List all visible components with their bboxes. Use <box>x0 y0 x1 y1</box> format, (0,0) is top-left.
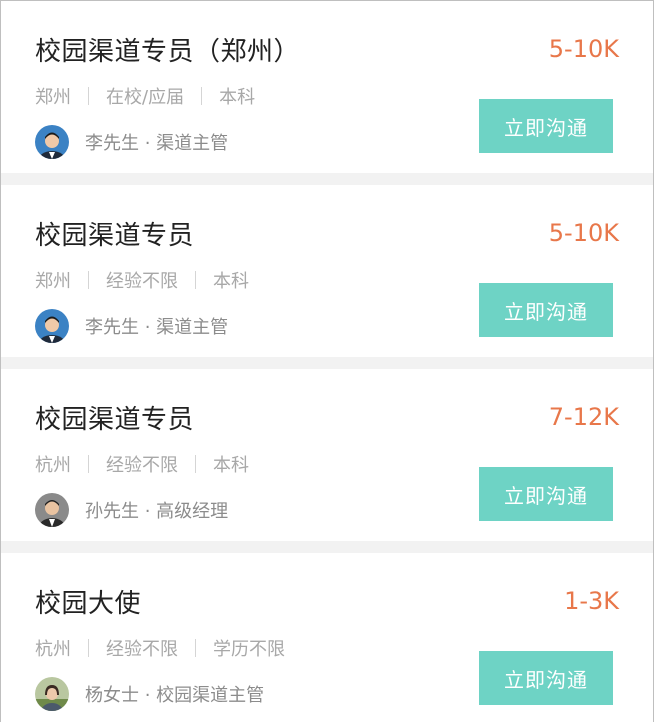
avatar <box>35 125 69 159</box>
avatar <box>35 493 69 527</box>
job-tags: 郑州 在校/应届 本科 <box>35 83 255 109</box>
recruiter-name: 杨女士 · 校园渠道主管 <box>85 685 265 706</box>
recruiter-info: 李先生 · 渠道主管 <box>35 309 228 343</box>
job-tags: 杭州 经验不限 学历不限 <box>35 635 285 661</box>
avatar <box>35 309 69 343</box>
male-avatar-suit-icon <box>35 493 69 527</box>
tag-divider <box>88 639 89 657</box>
avatar <box>35 677 69 711</box>
tag-education: 学历不限 <box>213 639 285 660</box>
job-title[interactable]: 校园渠道专员 <box>35 399 194 436</box>
job-list: 校园渠道专员（郑州） 5-10K 郑州 在校/应届 本科 李先生 · 渠道主管 … <box>1 1 653 725</box>
job-title[interactable]: 校园大使 <box>35 583 141 620</box>
tag-divider <box>88 271 89 289</box>
recruiter-info: 杨女士 · 校园渠道主管 <box>35 677 264 711</box>
tag-experience: 经验不限 <box>106 455 178 476</box>
recruiter-name: 李先生 · 渠道主管 <box>85 133 229 154</box>
job-card[interactable]: 校园大使 1-3K 杭州 经验不限 学历不限 杨女士 · 校园渠道主管 立即沟通 <box>1 553 653 725</box>
chat-now-button[interactable]: 立即沟通 <box>479 283 613 337</box>
male-avatar-icon <box>35 125 69 159</box>
chat-now-button[interactable]: 立即沟通 <box>479 467 613 521</box>
job-card[interactable]: 校园渠道专员 7-12K 杭州 经验不限 本科 孙先生 · 高级经理 立即沟通 <box>1 369 653 541</box>
tag-experience: 在校/应届 <box>106 87 185 108</box>
tag-education: 本科 <box>213 271 249 292</box>
male-avatar-icon <box>35 309 69 343</box>
salary-label: 5-10K <box>548 219 619 247</box>
job-title[interactable]: 校园渠道专员 <box>35 215 194 252</box>
card-divider <box>1 357 653 369</box>
salary-label: 5-10K <box>548 35 619 63</box>
tag-education: 本科 <box>219 87 256 108</box>
salary-label: 1-3K <box>564 587 619 615</box>
job-card[interactable]: 校园渠道专员 5-10K 郑州 经验不限 本科 李先生 · 渠道主管 立即沟通 <box>1 185 653 357</box>
tag-divider <box>88 455 89 473</box>
female-avatar-icon <box>35 677 69 711</box>
chat-now-button[interactable]: 立即沟通 <box>479 651 613 705</box>
tag-city: 杭州 <box>35 639 71 660</box>
job-card[interactable]: 校园渠道专员（郑州） 5-10K 郑州 在校/应届 本科 李先生 · 渠道主管 … <box>1 1 653 173</box>
tag-divider <box>195 271 196 289</box>
tag-divider <box>195 455 196 473</box>
tag-divider <box>88 87 89 105</box>
tag-experience: 经验不限 <box>106 639 178 660</box>
recruiter-info: 孙先生 · 高级经理 <box>35 493 228 527</box>
job-title[interactable]: 校园渠道专员（郑州） <box>35 31 300 68</box>
tag-education: 本科 <box>213 455 249 476</box>
job-tags: 郑州 经验不限 本科 <box>35 267 249 293</box>
tag-experience: 经验不限 <box>106 271 178 292</box>
card-divider <box>1 541 653 553</box>
tag-city: 杭州 <box>35 455 71 476</box>
card-divider <box>1 173 653 185</box>
tag-city: 郑州 <box>35 87 71 108</box>
recruiter-name: 孙先生 · 高级经理 <box>85 501 229 522</box>
job-tags: 杭州 经验不限 本科 <box>35 451 249 477</box>
chat-now-button[interactable]: 立即沟通 <box>479 99 613 153</box>
tag-divider <box>201 87 203 105</box>
salary-label: 7-12K <box>548 403 619 431</box>
tag-city: 郑州 <box>35 271 71 292</box>
recruiter-name: 李先生 · 渠道主管 <box>85 317 229 338</box>
tag-divider <box>195 639 196 657</box>
recruiter-info: 李先生 · 渠道主管 <box>35 125 228 159</box>
